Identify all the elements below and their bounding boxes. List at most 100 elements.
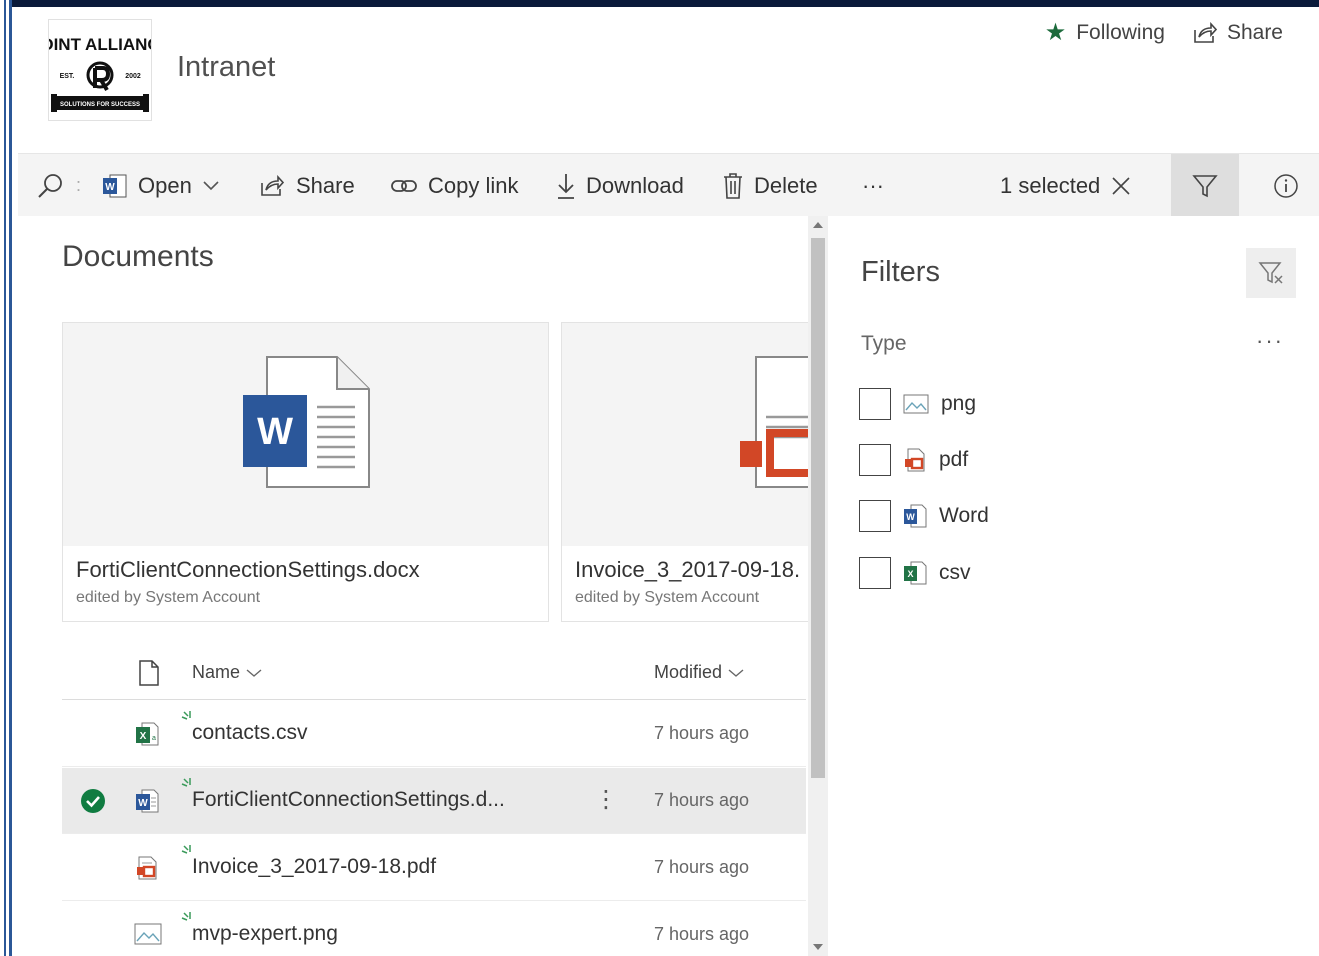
trash-icon [724, 172, 742, 199]
copy-link-button[interactable]: Copy link [390, 154, 518, 217]
filter-option-label: csv [939, 561, 971, 584]
column-name-label: Name [192, 662, 241, 682]
site-logo[interactable]: POINT ALLIANCE EST. 2002 SOLUTIONS FOR S… [48, 19, 152, 121]
header-share-label: Share [1226, 21, 1283, 44]
close-icon[interactable] [1110, 175, 1132, 197]
selected-count-label: 1 selected [1000, 172, 1101, 198]
search-icon [38, 173, 62, 198]
header-actions: ★ Following Share [1045, 21, 1283, 45]
info-icon [1274, 173, 1298, 198]
filter-option-word[interactable]: W Word [859, 500, 989, 532]
file-name[interactable]: Invoice_3_2017-09-18.pdf [192, 855, 436, 879]
svg-text:W: W [105, 182, 115, 193]
list-item[interactable]: W FortiClientConnectionSettings.d... ⋮ 7… [62, 768, 806, 834]
filter-option-csv[interactable]: X csv [859, 557, 971, 589]
list-item[interactable]: mvp-expert.png 7 hours ago [62, 902, 806, 956]
more-label: ··· [862, 172, 884, 198]
filter-checkbox[interactable] [859, 557, 891, 589]
tile-name: Invoice_3_2017-09-18. [575, 557, 801, 582]
filter-checkbox[interactable] [859, 500, 891, 532]
download-icon [558, 173, 574, 199]
image-file-icon [903, 394, 929, 414]
link-icon [391, 179, 417, 192]
filter-type-more-button[interactable]: ··· [1256, 328, 1284, 354]
tile-name: FortiClientConnectionSettings.docx [76, 557, 420, 582]
svg-text:W: W [138, 798, 148, 809]
filter-pane-button[interactable] [1171, 154, 1239, 217]
filter-option-label: png [941, 392, 977, 415]
scrollbar-thumb[interactable] [811, 238, 825, 778]
filter-option-label: pdf [939, 448, 969, 471]
row-more-actions-button[interactable]: ⋮ [594, 785, 618, 814]
tile-edited-by: edited by System Account [575, 589, 760, 606]
svg-text:X: X [907, 569, 913, 579]
download-button[interactable]: Download [556, 154, 684, 217]
column-header-name[interactable]: Name [192, 662, 263, 683]
list-item[interactable]: Invoice_3_2017-09-18.pdf 7 hours ago [62, 835, 806, 901]
list-item[interactable]: Xa contacts.csv 7 hours ago [62, 701, 806, 767]
file-name[interactable]: FortiClientConnectionSettings.d... [192, 788, 505, 812]
file-modified: 7 hours ago [654, 924, 750, 944]
word-icon: W [103, 174, 127, 197]
clear-filters-button[interactable] [1246, 248, 1296, 298]
header-share-button[interactable]: Share [1193, 21, 1283, 45]
following-button[interactable]: ★ Following [1045, 21, 1165, 45]
filter-option-pdf[interactable]: pdf [859, 444, 968, 476]
document-tile[interactable]: Invoice_3_2017-09-18. edited by System A… [561, 322, 808, 622]
filter-checkbox[interactable] [859, 388, 891, 420]
pdf-file-icon [905, 448, 925, 472]
tile-edited-by: edited by System Account [76, 589, 261, 606]
svg-text:EST.: EST. [60, 73, 75, 80]
file-type-icon[interactable] [138, 660, 160, 686]
filter-type-label: Type [861, 332, 907, 355]
clear-filter-icon [1258, 262, 1283, 284]
open-button[interactable]: W Open [102, 154, 220, 217]
document-thumbnail: W [63, 323, 548, 546]
window-top-border [0, 0, 1319, 7]
filter-checkbox[interactable] [859, 444, 891, 476]
selection-status[interactable]: 1 selected [1000, 154, 1132, 217]
star-icon: ★ [1044, 19, 1067, 46]
more-actions-button[interactable]: ··· [862, 154, 884, 217]
scroll-down-icon[interactable] [813, 944, 823, 950]
svg-text:SOLUTIONS FOR SUCCESS: SOLUTIONS FOR SUCCESS [60, 102, 140, 108]
documents-title: Documents [62, 240, 214, 273]
document-tile[interactable]: W FortiClientConnectionSettings.docx edi… [62, 322, 549, 622]
svg-text:W: W [257, 411, 293, 453]
column-header-modified[interactable]: Modified [654, 662, 745, 683]
share-icon [261, 174, 285, 196]
filters-pane: Filters Type ··· png pdf W Word X csv [828, 216, 1319, 956]
excel-file-icon: Xa [136, 722, 159, 746]
file-modified: 7 hours ago [654, 723, 750, 743]
filter-icon [1192, 174, 1218, 197]
excel-file-icon: X [904, 561, 927, 585]
svg-text:a: a [152, 735, 156, 742]
window-left-border [0, 0, 12, 956]
list-header: Name Modified [62, 648, 806, 700]
share-label: Share [296, 172, 355, 198]
svg-text:X: X [140, 731, 147, 742]
file-modified: 7 hours ago [654, 857, 750, 877]
share-icon [1194, 22, 1217, 43]
chevron-down-icon [203, 180, 219, 190]
chevron-down-icon [728, 669, 744, 677]
delete-button[interactable]: Delete [722, 154, 818, 217]
word-file-icon: W [904, 504, 927, 528]
file-modified: 7 hours ago [654, 790, 750, 810]
share-button[interactable]: Share [260, 154, 355, 217]
file-name[interactable]: contacts.csv [192, 721, 308, 745]
scroll-up-icon[interactable] [813, 222, 823, 228]
copy-link-label: Copy link [428, 172, 519, 198]
search-button[interactable]: : [36, 154, 81, 217]
delete-label: Delete [754, 172, 818, 198]
command-bar: : W Open Share Copy link Download Delete… [18, 153, 1319, 217]
site-title[interactable]: Intranet [177, 51, 275, 84]
file-name[interactable]: mvp-expert.png [192, 922, 338, 946]
document-thumbnail [562, 323, 808, 546]
info-button[interactable] [1268, 154, 1304, 217]
selected-check-icon[interactable] [80, 788, 106, 814]
filter-option-png[interactable]: png [859, 388, 976, 420]
column-modified-label: Modified [654, 662, 723, 682]
word-document-icon: W [243, 356, 370, 488]
documents-scrollbar[interactable] [808, 216, 828, 956]
